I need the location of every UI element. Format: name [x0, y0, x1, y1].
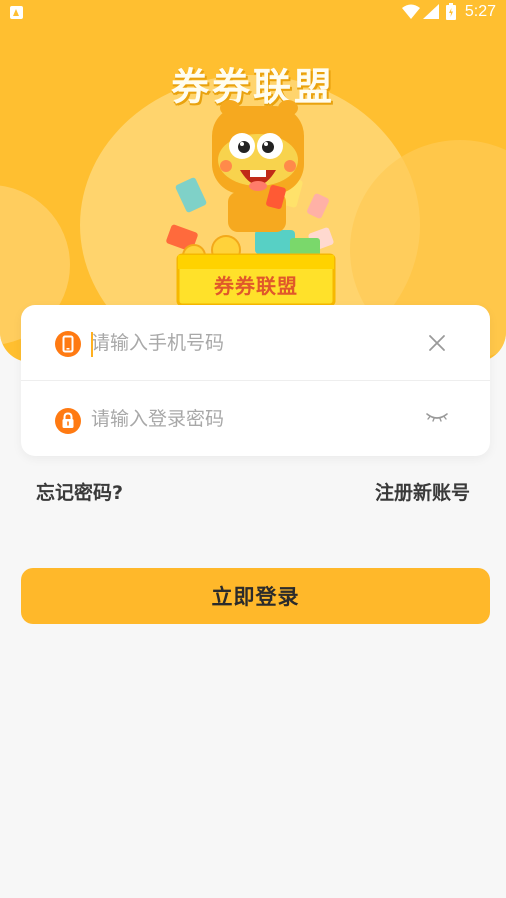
password-input[interactable] [91, 400, 411, 438]
eye-closed-icon[interactable] [425, 410, 449, 426]
lock-icon [55, 408, 81, 434]
battery-icon [446, 3, 456, 20]
register-link[interactable]: 注册新账号 [375, 478, 470, 505]
forgot-password-link[interactable]: 忘记密码? [36, 478, 123, 505]
status-time: 5:27 [464, 3, 496, 20]
clear-icon[interactable] [427, 333, 447, 353]
phone-icon [55, 331, 81, 357]
phone-input[interactable] [91, 324, 411, 362]
wifi-icon [402, 4, 420, 19]
status-bar: 5:27 [0, 0, 506, 24]
phone-field-row [21, 305, 490, 380]
text-cursor [91, 332, 93, 357]
box-label: 券券联盟 [214, 274, 298, 298]
password-field-row [21, 381, 490, 456]
signal-icon [423, 4, 439, 19]
notification-icon [10, 6, 23, 19]
login-form-card [21, 305, 490, 456]
login-button[interactable]: 立即登录 [21, 568, 490, 624]
